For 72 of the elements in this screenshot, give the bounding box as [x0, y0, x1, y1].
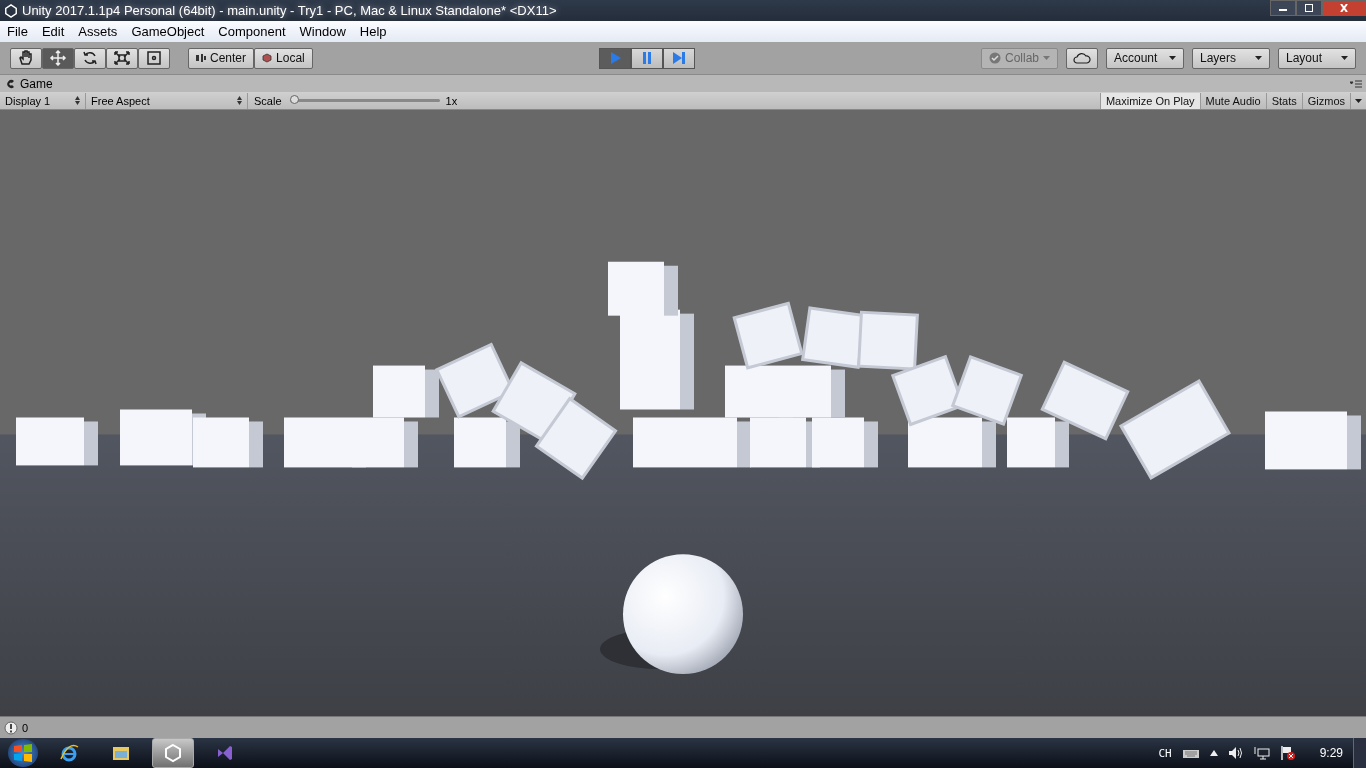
pivot-center-icon	[196, 54, 206, 62]
keyboard-icon[interactable]	[1181, 747, 1200, 759]
toggle-button[interactable]: Mute Audio	[1199, 92, 1266, 109]
menu-item[interactable]: Assets	[71, 24, 125, 39]
volume-icon[interactable]	[1227, 746, 1244, 760]
rotate-icon	[81, 50, 99, 66]
network-icon[interactable]	[1253, 746, 1270, 760]
browser-icon	[59, 743, 79, 763]
local-pivot-button[interactable]: Local	[254, 47, 313, 69]
toolbar-dropdown[interactable]: Account	[1106, 47, 1184, 69]
scale-value: 1x	[444, 94, 459, 107]
close-icon	[1339, 4, 1349, 12]
start-button[interactable]	[8, 739, 38, 767]
menu-item[interactable]: Component	[211, 24, 293, 39]
rect-tool-icon	[145, 50, 163, 66]
toggle-button[interactable]: Gizmos	[1301, 92, 1350, 109]
center-pivot-button[interactable]: Center	[188, 47, 255, 69]
cloud-icon	[1073, 52, 1091, 64]
ribbon-logo-icon	[215, 743, 235, 763]
toggle-button[interactable]: Stats	[1265, 92, 1302, 109]
cube-logo-icon	[163, 743, 183, 763]
up-down-arrows-icon	[237, 96, 242, 105]
toolbar-dropdown[interactable]: Layers	[1192, 47, 1270, 69]
caret-icon	[1255, 56, 1262, 60]
up-down-arrows-icon	[75, 96, 80, 105]
cube-icon	[262, 53, 273, 63]
toggle-button[interactable]: Maximize On Play	[1099, 92, 1200, 109]
pause-button[interactable]	[630, 47, 663, 69]
menu-item[interactable]: Edit	[34, 24, 72, 39]
display-dropdown[interactable]: Display 1	[0, 92, 86, 109]
four-arrows-icon	[49, 50, 67, 66]
warning-icon	[4, 720, 18, 735]
unity-logo-icon	[4, 3, 18, 18]
caret-icon	[1355, 98, 1362, 103]
scale-tool-button[interactable]	[106, 47, 138, 69]
minimize-button[interactable]	[1270, 0, 1296, 16]
move-tool-button[interactable]	[42, 47, 74, 69]
step-button[interactable]	[662, 47, 695, 69]
scale-label: Scale	[253, 94, 283, 107]
play-button[interactable]	[598, 47, 631, 69]
menu-item[interactable]: GameObject	[124, 24, 212, 39]
pacman-icon	[6, 79, 16, 89]
menu-item[interactable]: Help	[352, 24, 394, 39]
caret-icon	[1341, 56, 1348, 60]
caret-icon	[1043, 56, 1050, 60]
maximize-button[interactable]	[1296, 0, 1322, 16]
game-tab[interactable]: Game	[6, 76, 53, 92]
language-indicator[interactable]: CH	[1158, 746, 1172, 760]
unity-taskbar-button[interactable]	[152, 738, 194, 768]
hand-tool-button[interactable]	[10, 47, 42, 69]
step-icon	[670, 50, 687, 66]
message-count: 0	[22, 721, 29, 734]
aspect-dropdown[interactable]: Free Aspect	[86, 92, 248, 109]
window-title: Unity 2017.1.1p4 Personal (64bit) - main.unity - Try1 - PC, Mac & Linux Standalone* <DX11>	[22, 3, 557, 18]
slider-thumb[interactable]	[289, 95, 299, 104]
caret-icon	[1169, 56, 1176, 60]
toolbar-dropdown[interactable]: Layout	[1278, 47, 1356, 69]
windows-logo-icon	[12, 742, 34, 764]
rect-tool-button[interactable]	[138, 47, 170, 69]
close-button[interactable]	[1322, 0, 1366, 16]
maximize-icon	[1304, 4, 1314, 12]
clock[interactable]: 9:29	[1319, 746, 1343, 760]
show-hidden-icons[interactable]	[1209, 750, 1218, 756]
menu-item[interactable]: File	[0, 24, 35, 39]
flag-icon[interactable]	[1279, 745, 1296, 761]
panel-menu-icon[interactable]	[1350, 79, 1362, 88]
rotate-tool-button[interactable]	[74, 47, 106, 69]
scale-icon	[113, 50, 131, 66]
menu-item[interactable]: Window	[292, 24, 353, 39]
check-circle-icon	[988, 52, 1001, 64]
cloud-button[interactable]	[1066, 47, 1098, 69]
hand-icon	[17, 50, 35, 66]
